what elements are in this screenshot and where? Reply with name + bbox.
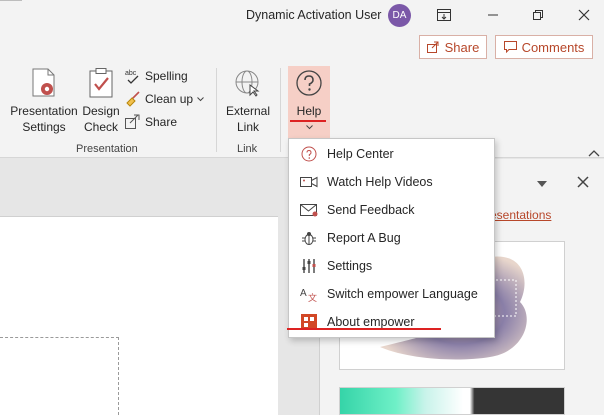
menu-item-label: Send Feedback [327,203,415,217]
chevron-down-icon [197,96,204,101]
presentation-settings-icon [29,68,59,98]
share-label: Share [145,114,178,129]
help-label: Help [296,104,322,118]
svg-text:abc: abc [125,70,137,77]
menu-item-about-empower[interactable]: About empower [289,308,494,336]
group-separator [216,68,217,152]
share-button[interactable]: Share [419,35,487,59]
presentation-settings-button[interactable]: Presentation Settings [9,68,79,135]
menu-item-label: Watch Help Videos [327,175,433,189]
svg-text:文: 文 [308,292,317,302]
clipboard-check-icon [86,68,116,98]
question-circle-icon [300,145,318,163]
envelope-icon [300,201,318,219]
menu-item-label: Settings [327,259,373,273]
video-icon [300,173,318,191]
presentation-settings-line1: Presentation [10,104,78,118]
minimize-icon[interactable] [481,3,505,27]
ribbon-display-options-icon[interactable] [432,3,456,27]
menu-item-help-center[interactable]: Help Center [289,140,494,168]
presentation-settings-line2: Settings [22,120,66,134]
help-highlight-underline [290,120,326,122]
external-link-line2: Link [236,120,259,134]
menu-item-label: Help Center [327,147,394,161]
menu-item-label: About empower [327,315,415,329]
pane-link[interactable]: esentations [490,208,551,222]
ribbon-share-button[interactable]: Share [125,114,177,129]
broom-icon [126,91,140,107]
close-window-icon[interactable] [572,3,596,27]
globe-link-icon [233,68,263,98]
chevron-down-icon [305,125,313,130]
menu-item-watch-help-videos[interactable]: Watch Help Videos [289,168,494,196]
group-separator [280,68,281,152]
help-menu: Help Center Watch Help Videos Send Feedb… [288,138,495,338]
comments-label: Comments [521,39,585,55]
menu-item-switch-language[interactable]: A文 Switch empower Language [289,280,494,308]
question-circle-icon [294,68,324,98]
share-icon [125,114,140,129]
comment-icon [503,41,517,53]
group-label-link: Link [237,143,258,155]
user-avatar[interactable]: DA [388,4,411,27]
close-pane-icon[interactable] [574,173,592,191]
menu-item-label: Switch empower Language [327,287,478,301]
language-icon: A文 [300,285,318,303]
sliders-icon [300,257,318,275]
group-label-presentation: Presentation [76,143,138,155]
design-check-line2: Check [83,120,118,134]
design-check-button[interactable]: Design Check [80,68,122,135]
collaboration-bar: Share Comments [0,32,604,64]
svg-text:A: A [300,288,307,299]
external-link-line1: External [225,104,271,118]
title-bar: Dynamic Activation User DA [0,0,604,32]
about-highlight-underline [287,328,441,330]
cleanup-label: Clean up [145,92,194,106]
design-idea-thumbnail[interactable] [339,387,565,415]
spelling-button[interactable]: abc Spelling [125,68,188,84]
menu-item-report-a-bug[interactable]: Report A Bug [289,224,494,252]
bug-icon [300,229,318,247]
user-name[interactable]: Dynamic Activation User [246,8,381,22]
spelling-icon: abc [125,70,139,84]
menu-item-settings[interactable]: Settings [289,252,494,280]
design-check-line1: Design [82,104,120,118]
placeholder-outline[interactable] [0,337,119,415]
top-divider [0,0,22,1]
spelling-label: Spelling [145,69,188,83]
external-link-button[interactable]: External Link [224,68,272,135]
share-label: Share [444,39,480,55]
cleanup-button[interactable]: Clean up [125,91,204,107]
comments-button[interactable]: Comments [495,35,593,59]
restore-icon[interactable] [526,3,550,27]
share-icon [426,41,439,53]
pane-options-icon[interactable] [536,177,548,187]
menu-item-send-feedback[interactable]: Send Feedback [289,196,494,224]
collapse-ribbon-icon[interactable] [588,146,600,157]
menu-item-label: Report A Bug [327,231,401,245]
